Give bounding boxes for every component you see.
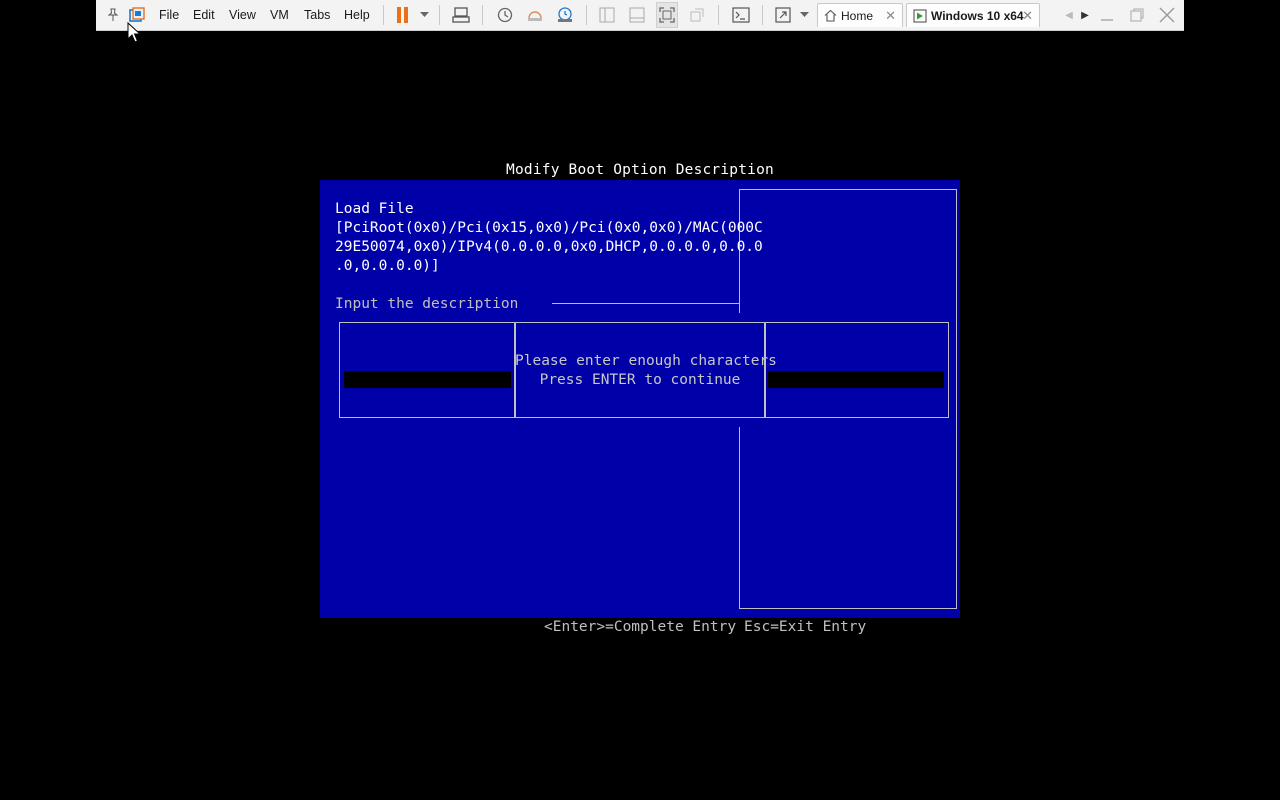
- load-file-label: Load File: [335, 201, 414, 217]
- send-keys-icon[interactable]: [450, 0, 472, 30]
- divider: [552, 303, 740, 304]
- minimize-icon[interactable]: [1092, 0, 1122, 30]
- close-window-icon[interactable]: [1152, 0, 1182, 30]
- menu-edit[interactable]: Edit: [191, 0, 217, 30]
- dialog-instruction: Press ENTER to continue: [539, 372, 741, 388]
- toolbar-divider: [762, 5, 763, 25]
- chevron-down-icon[interactable]: [416, 0, 432, 30]
- dialog-message: Please enter enough characters: [515, 353, 777, 369]
- fullscreen-icon[interactable]: [656, 2, 678, 28]
- snapshot-icon[interactable]: [494, 0, 516, 30]
- home-icon: [824, 9, 837, 22]
- close-icon[interactable]: ✕: [1022, 8, 1033, 24]
- input-description-label: Input the description: [335, 296, 519, 312]
- vm-icon: [913, 8, 927, 23]
- vm-console[interactable]: Modify Boot Option Description Load File…: [0, 31, 1280, 800]
- revert-snapshot-icon[interactable]: [524, 0, 546, 30]
- enter-key-hint: <Enter>=Complete Entry: [544, 619, 737, 635]
- chevron-down-icon[interactable]: [796, 0, 812, 30]
- toolbar-divider: [482, 5, 483, 25]
- page-title: Modify Boot Option Description: [506, 162, 774, 178]
- menu-vm[interactable]: VM: [268, 0, 291, 30]
- unity-icon[interactable]: [686, 0, 708, 30]
- scroll-tabs-right-icon[interactable]: ▶: [1078, 0, 1092, 30]
- menu-tabs[interactable]: Tabs: [302, 0, 332, 30]
- input-field[interactable]: [768, 371, 944, 388]
- pause-icon[interactable]: [392, 0, 414, 30]
- bios-panel: Load File [PciRoot(0x0)/Pci(0x15,0x0)/Pc…: [320, 180, 960, 618]
- toolbar-divider: [718, 5, 719, 25]
- tab-vm-label: Windows 10 x64: [931, 8, 1024, 23]
- pin-icon[interactable]: [102, 0, 124, 30]
- toolbar-divider: [439, 5, 440, 25]
- input-box-left: [339, 322, 515, 418]
- close-icon[interactable]: ✕: [885, 8, 896, 24]
- input-box-right: [765, 322, 949, 418]
- console-icon[interactable]: [730, 0, 752, 30]
- stretch-icon[interactable]: [772, 0, 794, 30]
- menu-file[interactable]: File: [157, 0, 181, 30]
- tab-home[interactable]: Home ✕: [817, 3, 903, 27]
- input-field[interactable]: [344, 371, 511, 388]
- device-path-line: 29E50074,0x0)/IPv4(0.0.0.0,0x0,DHCP,0.0.…: [335, 239, 763, 255]
- scroll-tabs-left-icon[interactable]: ◀: [1062, 0, 1076, 30]
- tab-home-label: Home: [841, 8, 874, 23]
- vmware-toolbar: File Edit View VM Tabs Help Home ✕ Windo…: [96, 0, 1184, 31]
- menu-view[interactable]: View: [227, 0, 258, 30]
- toolbar-divider: [383, 5, 384, 25]
- snapshot-manager-icon[interactable]: [554, 0, 576, 30]
- toolbar-divider: [586, 5, 587, 25]
- device-path-line: [PciRoot(0x0)/Pci(0x15,0x0)/Pci(0x0,0x0)…: [335, 220, 763, 236]
- restore-icon[interactable]: [1122, 0, 1152, 30]
- esc-key-hint: Esc=Exit Entry: [744, 619, 867, 635]
- view-library-icon[interactable]: [596, 0, 618, 30]
- device-path-line: .0,0.0.0.0)]: [335, 258, 440, 274]
- tab-windows-10-x64[interactable]: Windows 10 x64 ✕: [906, 3, 1040, 27]
- view-thumbnail-icon[interactable]: [626, 0, 648, 30]
- menu-help[interactable]: Help: [342, 0, 372, 30]
